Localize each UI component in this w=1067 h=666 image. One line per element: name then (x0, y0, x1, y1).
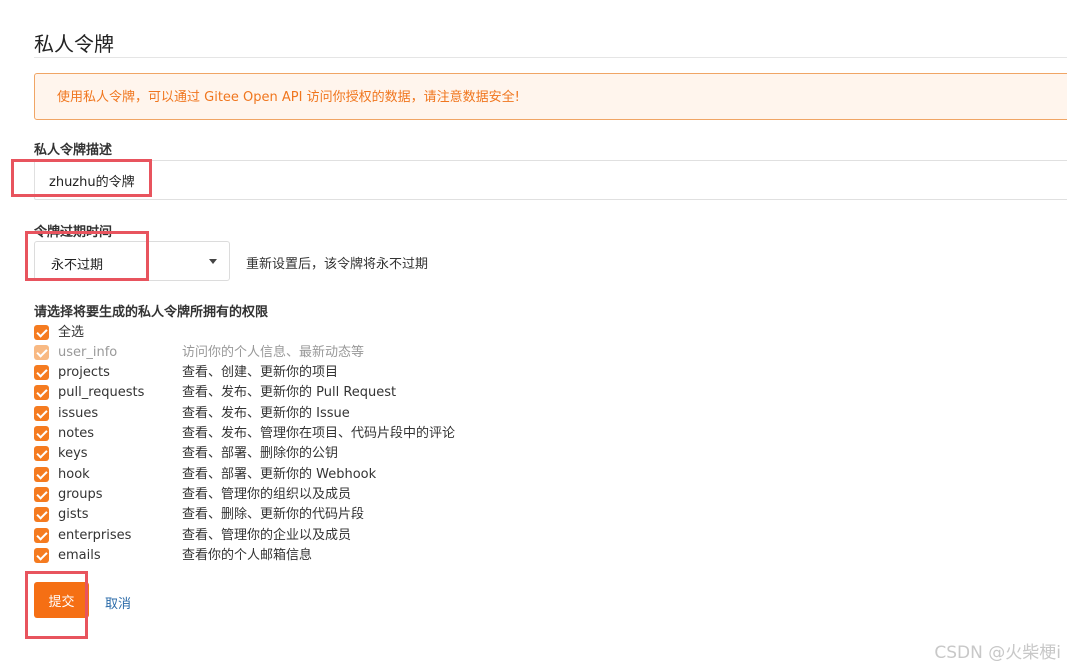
page-title: 私人令牌 (34, 32, 114, 56)
permission-name: notes (58, 426, 95, 441)
permission-desc: 查看、创建、更新你的项目 (182, 365, 339, 380)
permission-desc: 查看、发布、管理你在项目、代码片段中的评论 (182, 426, 456, 441)
token-description-input[interactable] (34, 160, 1067, 200)
permission-name: hook (58, 467, 90, 482)
permission-name: issues (58, 406, 99, 421)
permission-desc: 查看你的个人邮箱信息 (182, 548, 313, 563)
permission-name: projects (58, 365, 110, 380)
permission-row-emails[interactable]: emails 查看你的个人邮箱信息 (34, 547, 634, 565)
permission-row-pull-requests[interactable]: pull_requests 查看、发布、更新你的 Pull Request (34, 384, 634, 402)
expiry-label: 令牌过期时间 (34, 225, 113, 240)
permission-row-select-all[interactable]: 全选 (34, 324, 634, 342)
checkbox-select-all[interactable] (34, 325, 49, 340)
submit-button[interactable]: 提交 (34, 582, 89, 618)
permission-name: 全选 (58, 325, 85, 340)
expiry-hint: 重新设置后，该令牌将永不过期 (246, 257, 429, 272)
title-divider (34, 57, 1067, 58)
permission-desc: 查看、管理你的企业以及成员 (182, 528, 352, 543)
permission-name: groups (58, 487, 103, 502)
permission-name: user_info (58, 345, 118, 360)
checkbox-enterprises[interactable] (34, 528, 49, 543)
permission-row-groups[interactable]: groups 查看、管理你的组织以及成员 (34, 486, 634, 504)
checkbox-projects[interactable] (34, 365, 49, 380)
permission-desc: 查看、发布、更新你的 Issue (182, 406, 350, 421)
permission-row-hook[interactable]: hook 查看、部署、更新你的 Webhook (34, 466, 634, 484)
permission-desc: 查看、删除、更新你的代码片段 (182, 507, 365, 522)
checkbox-user-info (34, 345, 49, 360)
watermark: CSDN @火柴梗i (934, 643, 1061, 663)
permission-row-notes[interactable]: notes 查看、发布、管理你在项目、代码片段中的评论 (34, 425, 634, 443)
permission-name: gists (58, 507, 89, 522)
expiry-select-value: 永不过期 (51, 258, 104, 273)
permission-name: emails (58, 548, 101, 563)
permission-desc: 查看、部署、删除你的公钥 (182, 446, 339, 461)
checkbox-gists[interactable] (34, 507, 49, 522)
permission-row-gists[interactable]: gists 查看、删除、更新你的代码片段 (34, 506, 634, 524)
permission-desc: 查看、部署、更新你的 Webhook (182, 467, 377, 482)
permissions-label: 请选择将要生成的私人令牌所拥有的权限 (34, 305, 269, 320)
checkbox-pull-requests[interactable] (34, 385, 49, 400)
permission-desc: 查看、发布、更新你的 Pull Request (182, 385, 397, 400)
permission-row-keys[interactable]: keys 查看、部署、删除你的公钥 (34, 445, 634, 463)
checkbox-keys[interactable] (34, 446, 49, 461)
caret-down-icon (209, 259, 217, 264)
checkbox-issues[interactable] (34, 406, 49, 421)
permission-row-enterprises[interactable]: enterprises 查看、管理你的企业以及成员 (34, 527, 634, 545)
cancel-link[interactable]: 取消 (105, 593, 131, 612)
security-notice: 使用私人令牌，可以通过 Gitee Open API 访问你授权的数据，请注意数… (34, 73, 1067, 120)
permission-row-issues[interactable]: issues 查看、发布、更新你的 Issue (34, 405, 634, 423)
permission-desc: 查看、管理你的组织以及成员 (182, 487, 352, 502)
permission-row-projects[interactable]: projects 查看、创建、更新你的项目 (34, 364, 634, 382)
permission-name: keys (58, 446, 88, 461)
permission-name: enterprises (58, 528, 132, 543)
permission-desc: 访问你的个人信息、最新动态等 (182, 345, 365, 360)
expiry-select[interactable]: 永不过期 (34, 241, 230, 281)
checkbox-emails[interactable] (34, 548, 49, 563)
description-label: 私人令牌描述 (34, 143, 113, 158)
checkbox-hook[interactable] (34, 467, 49, 482)
checkbox-groups[interactable] (34, 487, 49, 502)
permission-row-user-info: user_info 访问你的个人信息、最新动态等 (34, 344, 634, 362)
checkbox-notes[interactable] (34, 426, 49, 441)
permission-name: pull_requests (58, 385, 145, 400)
